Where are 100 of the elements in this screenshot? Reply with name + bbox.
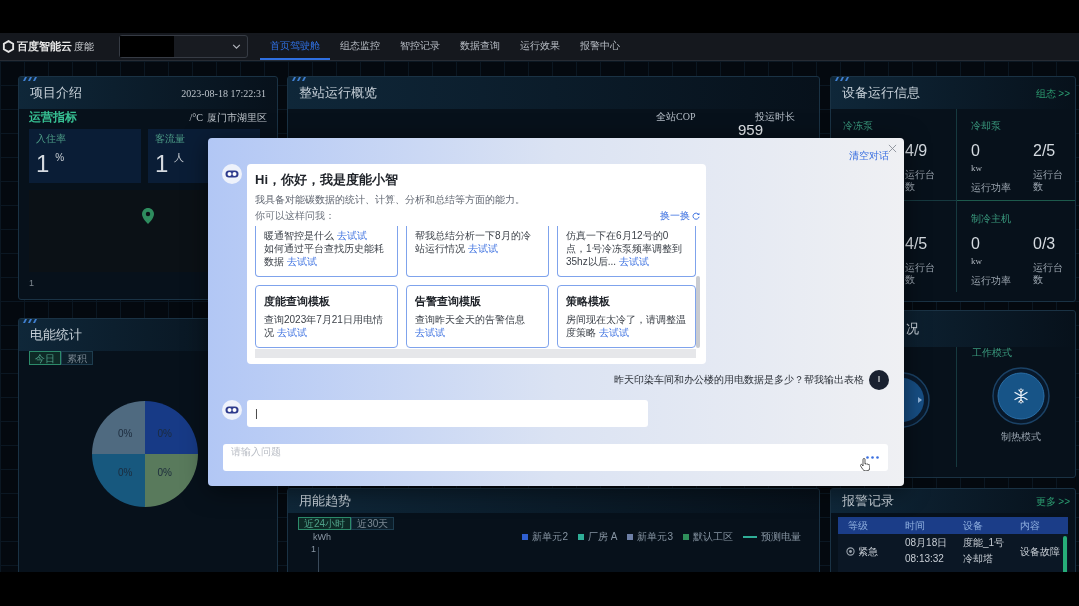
try-link[interactable]: 去试试: [618, 256, 649, 267]
stat-label: 入住率: [36, 133, 66, 145]
metric-label: 运行台数: [1033, 262, 1064, 286]
tab-button[interactable]: 近24小时: [298, 517, 352, 530]
nav-tab[interactable]: 智控记录: [390, 33, 450, 60]
user-avatar: I: [869, 370, 889, 390]
footer-text: 1: [29, 278, 34, 289]
question-input[interactable]: 请输入问题: [223, 444, 888, 471]
bot-avatar-icon: [222, 400, 242, 420]
date-time: 2023-08-18 17:22:31: [181, 86, 266, 101]
metric-value: 0: [971, 143, 980, 159]
column-header: 内容: [1019, 519, 1041, 532]
time-text: 08月18日: [905, 536, 948, 550]
scrollbar-thumb: [696, 276, 700, 348]
legend-label: 预测电量: [761, 531, 801, 543]
typing-dots-icon: [866, 456, 879, 459]
logo-text: 百度智能云: [17, 39, 72, 55]
device-text: 冷却塔: [963, 552, 993, 566]
axis-tick: 1: [311, 544, 316, 556]
suggestion-title: 度能查询模板: [264, 294, 331, 308]
group-title: 冷却泵: [971, 120, 1001, 132]
try-link[interactable]: 去试试: [286, 256, 317, 267]
try-link[interactable]: 去试试: [598, 327, 629, 338]
tab-button[interactable]: 近30天: [351, 517, 395, 530]
legend-label: 默认工区: [693, 531, 733, 543]
content-text: 设备故障: [1020, 544, 1060, 559]
nav-tab[interactable]: 组态监控: [330, 33, 390, 60]
chevron-down-icon: [232, 44, 241, 49]
try-link[interactable]: 去试试: [415, 327, 445, 338]
project-select[interactable]: [119, 35, 248, 58]
legend-label: 厂房 A: [588, 531, 618, 543]
metric-value: 4/5: [905, 236, 928, 252]
stripes-icon: [835, 77, 849, 81]
mode-value: 制热模式: [1001, 431, 1041, 443]
metric-value: 0/3: [1033, 236, 1056, 252]
stat-value: 1: [36, 151, 50, 177]
tab-button[interactable]: 累积: [61, 351, 93, 365]
stat-unit: 人: [174, 152, 185, 164]
metric-value: 2/5: [1033, 143, 1056, 159]
metric-label: 投运时长: [755, 111, 795, 123]
panel-title: 电能统计: [30, 326, 82, 345]
metric-label: 运行功率: [971, 182, 1011, 194]
scrollbar-thumb: [1063, 536, 1067, 572]
stripes-icon: [23, 77, 37, 81]
panel-title: 设备运行信息: [842, 84, 920, 103]
config-link[interactable]: 组态 >>: [1035, 85, 1070, 101]
panel-title: 用能趋势: [299, 492, 351, 511]
suggestion-text: 暖通智控是什么 去试试: [264, 229, 368, 242]
map-pin-icon: [142, 208, 154, 224]
group-title: 制冷主机: [971, 213, 1011, 225]
metric-unit: kw: [971, 256, 982, 266]
metric-value: 0: [971, 236, 980, 252]
try-link[interactable]: 去试试: [336, 230, 367, 241]
bot-avatar-icon: [222, 164, 242, 184]
suggestion-title: 策略模板: [566, 294, 611, 308]
metric-label: 运行台数: [1033, 169, 1064, 193]
try-link[interactable]: 去试试: [467, 243, 498, 254]
close-icon[interactable]: [888, 144, 897, 153]
panel-title: 整站运行概览: [299, 84, 377, 103]
tab-button[interactable]: 今日: [29, 351, 61, 365]
metric-label: 全站COP: [656, 111, 696, 123]
user-message: 昨天印染车间和办公楼的用电数据是多少？帮我输出表格: [614, 374, 864, 386]
welcome-intro: 我具备对能碳数据的统计、计算、分析和总结等方面的能力。: [255, 193, 526, 207]
suggestion-text: 查询昨天全天的告警信息 去试试: [415, 313, 526, 339]
clear-chat-link[interactable]: 清空对话: [849, 150, 889, 162]
group-title: 冷冻泵: [843, 120, 873, 132]
section-title: 运营指标: [29, 109, 77, 126]
nav-tab[interactable]: 数据查询: [450, 33, 510, 60]
redaction-block: [120, 36, 174, 57]
metric-label: 运行功率: [971, 275, 1011, 287]
column-header: 设备: [962, 519, 984, 532]
stat-unit: %: [55, 152, 65, 164]
alert-icon: [846, 546, 855, 556]
try-link[interactable]: 去试试: [276, 327, 307, 338]
product-name: 度能: [74, 40, 94, 54]
nav-tab[interactable]: 报警中心: [570, 33, 630, 60]
stat-value: 1: [155, 151, 169, 177]
suggestion-prompt: 你可以这样问我：: [255, 209, 335, 223]
stripes-icon: [23, 319, 37, 323]
level-text: 紧急: [858, 544, 878, 559]
metric-label: 运行台数: [905, 262, 936, 286]
legend-label: 新单元3: [637, 531, 673, 543]
hexagon-logo-icon: [2, 40, 15, 53]
snowflake-icon: [992, 367, 1050, 425]
device-text: 度能_1号: [963, 536, 1005, 550]
metric-value: 4/9: [905, 143, 928, 159]
suggestion-text: 查询2023年7月21日用电情况 去试试: [264, 313, 384, 339]
slice-label: 0%: [117, 427, 133, 439]
legend-label: 新单元2: [532, 531, 568, 543]
more-link[interactable]: 更多 >>: [1035, 493, 1070, 509]
mode-label: 工作模式: [972, 347, 1012, 359]
slice-label: 0%: [157, 427, 173, 439]
refresh-button[interactable]: 换一换: [660, 209, 700, 223]
unit-label: kWh: [313, 532, 331, 542]
location-text: 厦门市湖里区: [207, 110, 267, 125]
nav-tab[interactable]: 运行效果: [510, 33, 570, 60]
panel-title: 况: [906, 320, 919, 339]
bot-message: |: [247, 400, 648, 427]
column-header: 时间: [904, 519, 926, 532]
suggestion-text: 房间现在太冷了，请调整温度策略 去试试: [566, 313, 687, 339]
